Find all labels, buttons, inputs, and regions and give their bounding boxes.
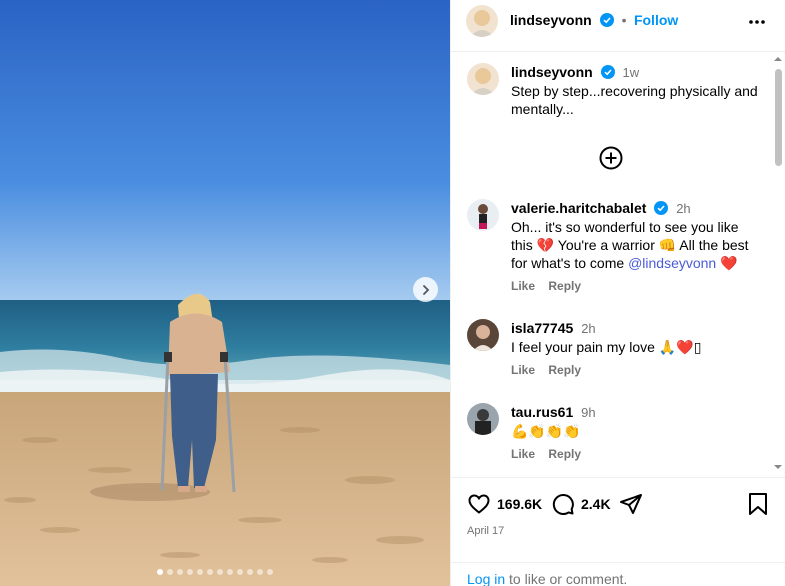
comments-scrollbar[interactable] bbox=[773, 55, 783, 471]
comment-username[interactable]: isla77745 bbox=[511, 320, 573, 336]
comment-time: 2h bbox=[676, 201, 691, 216]
beach-scene-image bbox=[0, 0, 450, 586]
carousel-dot bbox=[227, 569, 233, 575]
carousel-dot bbox=[247, 569, 253, 575]
reply-comment-button[interactable]: Reply bbox=[548, 447, 581, 461]
comment-username[interactable]: tau.rus61 bbox=[511, 404, 573, 420]
more-options-button[interactable] bbox=[747, 12, 767, 37]
like-comment-button[interactable]: Like bbox=[511, 447, 535, 461]
verified-badge-icon bbox=[600, 13, 615, 27]
caption-username[interactable]: lindseyvonn bbox=[511, 64, 593, 80]
comment-username[interactable]: valerie.haritchabalet bbox=[511, 200, 646, 216]
reply-comment-button[interactable]: Reply bbox=[548, 279, 581, 293]
comment-button[interactable]: 2.4K bbox=[551, 492, 611, 516]
login-prompt-text: to like or comment. bbox=[505, 571, 628, 586]
mention-link[interactable]: @lindseyvonn bbox=[628, 255, 716, 271]
caption-time: 1w bbox=[622, 65, 640, 80]
commenter-avatar[interactable] bbox=[467, 199, 499, 231]
comment-time: 9h bbox=[581, 405, 596, 420]
caption-author-avatar[interactable] bbox=[467, 63, 499, 95]
post-panel: lindseyvonn • Follow lindseyvonn 1w Step… bbox=[450, 0, 785, 586]
share-button[interactable] bbox=[619, 492, 643, 516]
scrollbar-thumb[interactable] bbox=[775, 69, 782, 166]
carousel-dot bbox=[237, 569, 243, 575]
carousel-dot bbox=[177, 569, 183, 575]
follow-button[interactable]: Follow bbox=[634, 12, 678, 28]
post-header: lindseyvonn • Follow bbox=[451, 0, 785, 52]
carousel-dot bbox=[157, 569, 163, 575]
chevron-right-icon bbox=[422, 284, 429, 295]
bookmark-icon bbox=[749, 493, 767, 515]
like-comment-button[interactable]: Like bbox=[511, 279, 535, 293]
login-link[interactable]: Log in bbox=[467, 571, 505, 586]
comment-bubble-icon bbox=[552, 493, 574, 515]
heart-icon bbox=[468, 494, 490, 514]
author-username[interactable]: lindseyvonn bbox=[510, 12, 592, 28]
carousel-dot bbox=[197, 569, 203, 575]
commenter-avatar[interactable] bbox=[467, 403, 499, 435]
scroll-up-arrow-icon[interactable] bbox=[773, 55, 783, 63]
carousel-dot bbox=[187, 569, 193, 575]
like-button[interactable]: 169.6K bbox=[467, 492, 542, 516]
carousel-dot bbox=[207, 569, 213, 575]
next-photo-button[interactable] bbox=[413, 277, 438, 302]
commenter-avatar[interactable] bbox=[467, 319, 499, 351]
comments-section[interactable]: lindseyvonn 1w Step by step...recovering… bbox=[451, 53, 785, 476]
post-actions-footer: 169.6K 2.4K April 17 Log in to like or c… bbox=[451, 477, 785, 586]
plus-circle-icon bbox=[599, 146, 623, 170]
like-comment-button[interactable]: Like bbox=[511, 363, 535, 377]
carousel-dot bbox=[267, 569, 273, 575]
likes-count: 169.6K bbox=[497, 496, 543, 512]
fist-emoji: 👊 bbox=[658, 237, 677, 253]
scroll-down-arrow-icon[interactable] bbox=[773, 463, 783, 471]
carousel-dot bbox=[217, 569, 223, 575]
separator-dot: • bbox=[621, 12, 627, 28]
carousel-indicator bbox=[157, 569, 273, 575]
login-prompt: Log in to like or comment. bbox=[451, 562, 785, 586]
comment-text: I feel your pain my love 🙏❤️▯ bbox=[511, 339, 702, 355]
broken-heart-emoji: 💔 bbox=[536, 237, 555, 253]
more-horizontal-icon bbox=[749, 20, 765, 24]
verified-badge-icon bbox=[600, 65, 615, 79]
post-photo[interactable] bbox=[0, 0, 450, 586]
caption-text: Step by step...recovering physically and… bbox=[511, 83, 758, 117]
carousel-dot bbox=[257, 569, 263, 575]
reply-comment-button[interactable]: Reply bbox=[548, 363, 581, 377]
paper-plane-icon bbox=[620, 494, 642, 514]
comment-text: Oh... it's so wonderful to see you like … bbox=[511, 219, 749, 271]
comment-time: 2h bbox=[581, 321, 596, 336]
load-more-comments-button[interactable] bbox=[599, 146, 623, 175]
verified-badge-icon bbox=[654, 201, 669, 215]
comments-count: 2.4K bbox=[581, 496, 611, 512]
save-button[interactable] bbox=[747, 492, 769, 516]
carousel-dot bbox=[167, 569, 173, 575]
post-date: April 17 bbox=[467, 525, 505, 537]
comment-text: 💪👏👏👏 bbox=[511, 423, 581, 439]
author-avatar[interactable] bbox=[466, 5, 498, 37]
heart-emoji: ❤️ bbox=[720, 255, 738, 271]
